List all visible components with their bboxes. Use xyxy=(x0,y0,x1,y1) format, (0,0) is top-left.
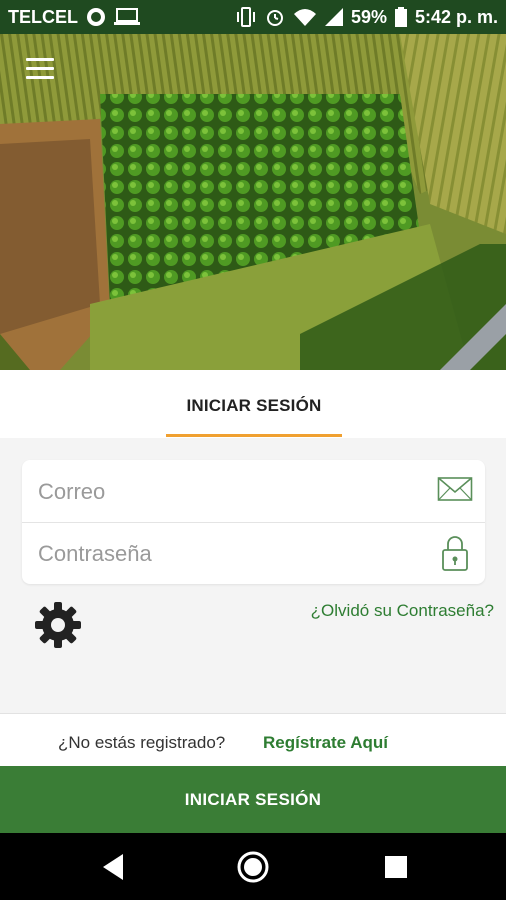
wifi-icon xyxy=(293,7,317,27)
register-question: ¿No estás registrado? xyxy=(58,733,226,752)
back-triangle-icon[interactable] xyxy=(97,850,131,884)
hero-image xyxy=(0,34,506,370)
email-row xyxy=(22,460,485,524)
clock-label: 5:42 p. m. xyxy=(414,6,498,27)
password-row xyxy=(22,522,485,586)
home-circle-icon[interactable] xyxy=(236,850,270,884)
carrier-label: TELCEL xyxy=(8,6,78,27)
padlock-icon xyxy=(441,534,469,577)
register-link[interactable]: Regístrate Aquí xyxy=(263,733,388,753)
tab-login-label: INICIAR SESIÓN xyxy=(186,396,322,415)
alarm-icon xyxy=(265,7,285,27)
email-field[interactable] xyxy=(36,460,430,524)
navigation-bar xyxy=(0,833,506,900)
tab-login[interactable]: INICIAR SESIÓN xyxy=(166,370,342,438)
laptop-icon xyxy=(114,7,140,27)
status-bar: TELCEL 59% 5:42 p. m. xyxy=(0,0,506,34)
login-form xyxy=(22,460,485,586)
vibrate-icon xyxy=(235,7,257,27)
battery-label: 59% xyxy=(350,6,387,27)
register-bar: ¿No estás registrado? Regístrate Aquí xyxy=(0,713,506,766)
battery-icon xyxy=(394,7,407,27)
forgot-password-link[interactable]: ¿Olvidó su Contraseña? xyxy=(311,601,494,621)
recents-square-icon[interactable] xyxy=(379,850,413,884)
menu-icon[interactable] xyxy=(26,58,54,80)
sync-icon xyxy=(86,7,106,27)
tab-bar: INICIAR SESIÓN xyxy=(0,370,506,438)
login-button[interactable]: INICIAR SESIÓN xyxy=(0,766,506,833)
password-field[interactable] xyxy=(36,522,430,586)
gear-icon[interactable] xyxy=(34,601,82,649)
signal-icon xyxy=(324,8,343,26)
tab-active-indicator xyxy=(166,434,342,437)
envelope-icon xyxy=(437,474,473,509)
